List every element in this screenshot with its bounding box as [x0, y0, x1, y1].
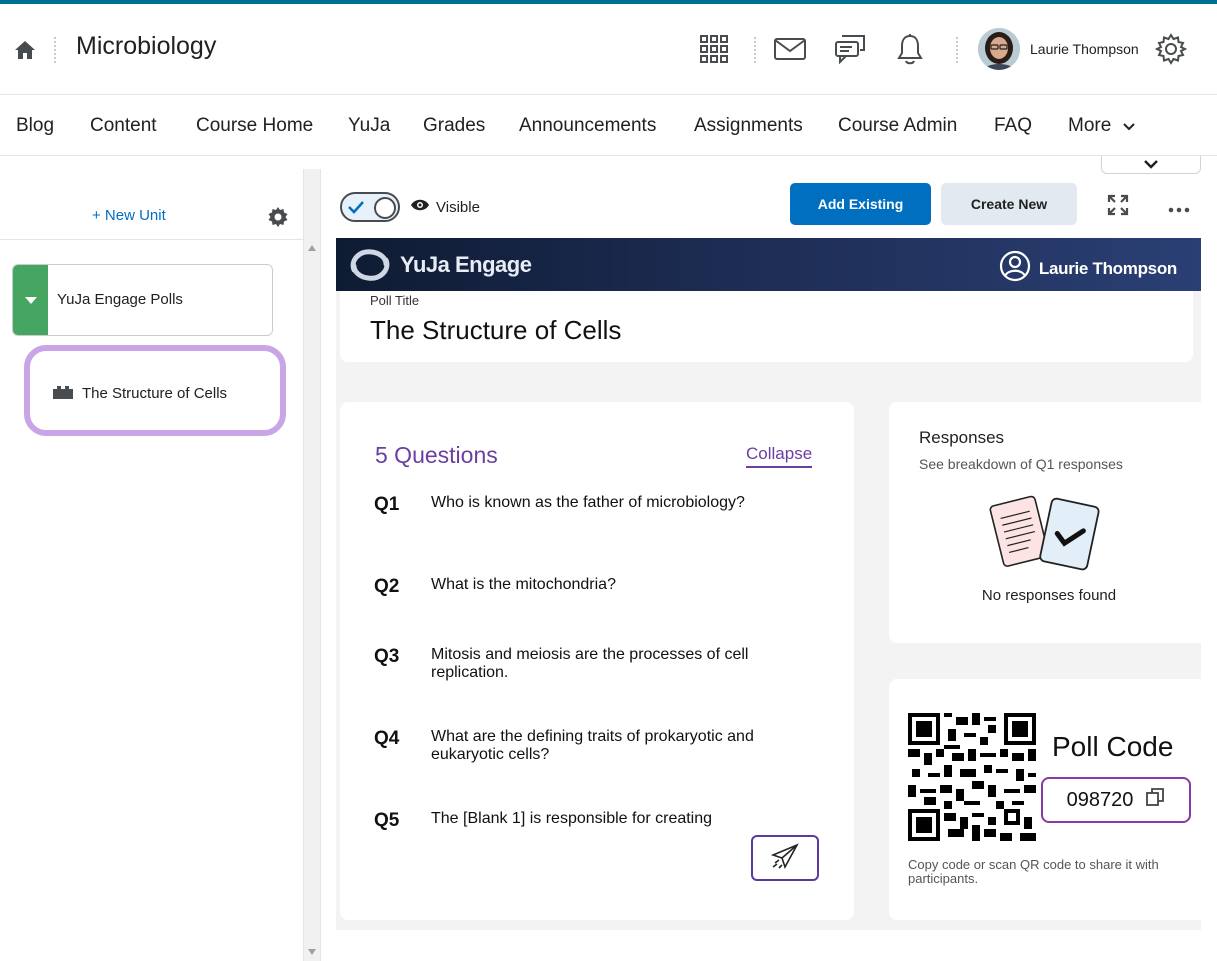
scroll-down-icon[interactable] [308, 949, 316, 955]
paper-plane-icon [770, 842, 799, 874]
question-number: Q2 [374, 576, 400, 597]
mail-icon[interactable] [773, 32, 807, 66]
question-number: Q5 [374, 810, 400, 831]
question-number: Q4 [374, 728, 400, 749]
responses-card: Responses See breakdown of Q1 responses … [889, 402, 1201, 643]
nav-grades[interactable]: Grades [423, 115, 485, 137]
no-responses-illustration [989, 490, 1109, 587]
chat-icon[interactable] [833, 32, 867, 66]
poll-code-copy-button[interactable]: 098720 [1041, 777, 1191, 823]
header: Microbiology Laurie Thompson [0, 4, 1217, 94]
caret-down-icon [24, 292, 37, 310]
sidebar-item-structure-of-cells[interactable]: The Structure of Cells [24, 345, 286, 436]
unit-card[interactable]: YuJa Engage Polls [12, 264, 273, 336]
poll-title-label: Poll Title [370, 293, 420, 308]
nav-course-admin[interactable]: Course Admin [838, 115, 957, 137]
course-navbar: Blog Content Course Home YuJa Grades Ann… [0, 94, 1217, 156]
responses-subtitle[interactable]: See breakdown of Q1 responses [919, 456, 1123, 472]
nav-assignments[interactable]: Assignments [694, 115, 803, 137]
questions-heading: 5 Questions [375, 442, 498, 468]
question-text: Mitosis and meiosis are the processes of… [431, 646, 749, 681]
visibility-status: Visible [410, 198, 480, 216]
nav-blog[interactable]: Blog [16, 115, 54, 137]
home-icon[interactable] [14, 40, 36, 60]
yuja-user-name: Laurie Thompson [1038, 258, 1177, 278]
settings-gear-icon[interactable] [1154, 32, 1188, 66]
qr-code[interactable] [908, 713, 1036, 846]
poll-code-card: Poll Code 098720 Copy code or scan QR co… [889, 679, 1201, 920]
more-options-icon[interactable] [1168, 196, 1190, 219]
nav-more-label: More [1068, 115, 1112, 136]
divider [956, 37, 958, 63]
avatar[interactable] [978, 28, 1020, 70]
yuja-header: YuJa Engage Laurie Thompson [336, 238, 1201, 291]
questions-card: 5 Questions Collapse Q1 Who is known as … [340, 402, 854, 920]
visibility-label: Visible [436, 198, 480, 216]
collapse-link[interactable]: Collapse [746, 444, 813, 468]
question-number: Q3 [374, 646, 400, 667]
collapse-header-toggle[interactable] [1101, 156, 1201, 174]
chevron-down-icon [1122, 115, 1135, 137]
copy-icon [1145, 787, 1165, 813]
chevron-down-icon [1144, 156, 1158, 174]
poll-code-value: 098720 [1066, 788, 1134, 811]
user-name[interactable]: Laurie Thompson [1030, 41, 1139, 57]
yuja-embed-frame: YuJa Engage Laurie Thompson Poll Title T… [336, 238, 1201, 930]
sidebar-item-label: The Structure of Cells [82, 385, 228, 402]
course-title[interactable]: Microbiology [76, 32, 216, 61]
no-responses-text: No responses found [981, 587, 1117, 604]
nav-faq[interactable]: FAQ [994, 115, 1032, 137]
create-new-button[interactable]: Create New [941, 183, 1077, 225]
nav-yuja[interactable]: YuJa [348, 115, 390, 137]
question-text: What is the mitochondria? [431, 576, 616, 593]
responses-title: Responses [919, 428, 1005, 447]
visibility-toggle[interactable] [340, 192, 400, 222]
yuja-logo: YuJa Engage [348, 248, 532, 282]
question-number: Q1 [374, 494, 400, 515]
eye-icon [410, 198, 430, 216]
poll-code-title: Poll Code [1052, 731, 1174, 762]
gear-icon[interactable] [268, 207, 288, 232]
divider [54, 37, 56, 63]
plugin-icon [52, 384, 74, 405]
question-text: What are the defining traits of prokaryo… [431, 728, 754, 763]
new-unit-button[interactable]: + New Unit [92, 207, 166, 224]
content-sidebar: + New Unit YuJa Engage Polls The Structu… [0, 169, 304, 961]
nav-announcements[interactable]: Announcements [519, 115, 656, 137]
scroll-up-icon[interactable] [308, 245, 316, 251]
yuja-brand-text: YuJa Engage [400, 252, 532, 277]
question-text: Who is known as the father of microbiolo… [431, 494, 745, 511]
sidebar-toolbar: + New Unit [0, 169, 304, 240]
poll-title-card: Poll Title The Structure of Cells [340, 291, 1193, 362]
yuja-user-menu[interactable]: Laurie Thompson [999, 250, 1177, 287]
nav-course-home[interactable]: Course Home [196, 115, 313, 137]
send-poll-button[interactable] [751, 835, 819, 881]
nav-more[interactable]: More [1068, 115, 1135, 137]
check-icon [348, 201, 364, 214]
question-text: The [Blank 1] is responsible for creatin… [431, 810, 713, 827]
apps-grid-icon[interactable] [697, 32, 731, 66]
add-existing-button[interactable]: Add Existing [790, 183, 931, 225]
poll-code-help: Copy code or scan QR code to share it wi… [908, 857, 1159, 886]
yuja-logo-icon [350, 249, 390, 281]
sidebar-scrollbar[interactable] [304, 169, 321, 961]
fullscreen-icon[interactable] [1107, 194, 1129, 221]
user-circle-icon [999, 250, 1031, 287]
unit-expand-toggle[interactable] [13, 265, 48, 335]
bell-icon[interactable] [893, 32, 927, 66]
poll-title: The Structure of Cells [370, 315, 622, 345]
divider [754, 37, 756, 63]
unit-title: YuJa Engage Polls [57, 291, 183, 308]
nav-content[interactable]: Content [90, 115, 157, 137]
toggle-knob [374, 197, 396, 219]
